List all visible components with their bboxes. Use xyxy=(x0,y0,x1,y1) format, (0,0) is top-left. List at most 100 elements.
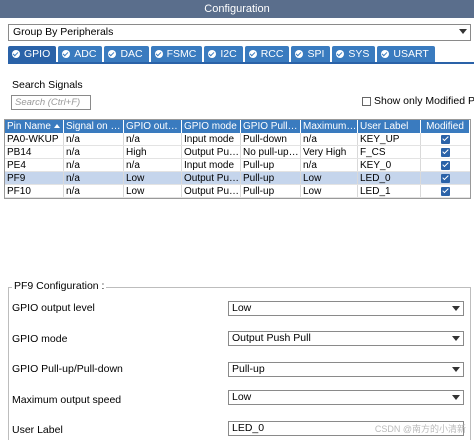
chevron-down-icon xyxy=(459,29,467,34)
tab-label: USART xyxy=(393,48,429,60)
config-title: PF9 Configuration : xyxy=(12,280,107,292)
show-modified-checkbox[interactable]: Show only Modified Pins xyxy=(362,95,474,107)
col-pin-name[interactable]: Pin Name xyxy=(5,120,64,133)
cell-label: KEY_0 xyxy=(358,159,421,171)
cell-modified[interactable] xyxy=(421,172,470,184)
modified-checkbox[interactable] xyxy=(441,147,450,157)
check-circle-icon xyxy=(12,50,20,58)
check-circle-icon xyxy=(381,50,390,58)
cell-pin: PF10 xyxy=(5,185,64,197)
watermark: CSDN @南方的小清新 xyxy=(374,424,466,434)
cell-signal: n/a xyxy=(64,133,124,145)
gpio-table: Pin Name Signal on Pin GPIO output... GP… xyxy=(4,119,471,199)
check-circle-icon xyxy=(208,50,217,58)
cell-pull: Pull-up xyxy=(241,159,301,171)
cell-signal: n/a xyxy=(64,146,124,158)
table-row[interactable]: PF10 n/a Low Output Pus... Pull-up Low LED_1 xyxy=(5,185,470,198)
tab-label: I2C xyxy=(220,48,237,60)
col-max[interactable]: Maximum o... xyxy=(301,120,358,133)
col-user-label[interactable]: User Label xyxy=(358,120,421,133)
cell-pin: PA0-WKUP xyxy=(5,133,64,145)
pull-select[interactable]: Pull-up xyxy=(228,362,464,377)
output-level-label: GPIO output level xyxy=(12,302,95,314)
chevron-down-icon xyxy=(452,306,460,311)
cell-mode: Output Pus... xyxy=(184,172,241,184)
table-row[interactable]: PA0-WKUP n/a n/a Input mode Pull-down n/a KEY_… xyxy=(5,133,470,146)
tab-label: RCC xyxy=(260,48,284,60)
col-pull[interactable]: GPIO Pull-up... xyxy=(241,120,301,133)
table-row[interactable]: PF9 n/a Low Output Pus... Pull-up Low LED_0 xyxy=(5,172,470,185)
cell-label: F_CS xyxy=(358,146,421,158)
modified-checkbox[interactable] xyxy=(441,134,450,144)
col-modified[interactable]: Modified xyxy=(421,120,470,133)
table-body: PA0-WKUP n/a n/a Input mode Pull-down n/a KEY_… xyxy=(5,133,470,198)
gpio-mode-select[interactable]: Output Push Pull xyxy=(228,331,464,346)
group-by-select[interactable]: Group By Peripherals xyxy=(8,24,471,41)
cell-label: LED_1 xyxy=(358,185,421,197)
cell-signal: n/a xyxy=(64,172,124,184)
cell-max: Low xyxy=(301,172,358,184)
max-speed-select[interactable]: Low xyxy=(228,390,464,405)
tab-gpio[interactable]: GPIO xyxy=(8,46,57,62)
cell-output: n/a xyxy=(124,133,182,145)
cell-max: Very High xyxy=(301,146,358,158)
tab-adc[interactable]: ADC xyxy=(58,46,103,62)
check-circle-icon xyxy=(154,50,163,58)
max-speed-label: Maximum output speed xyxy=(12,394,122,406)
tab-dac[interactable]: DAC xyxy=(104,46,149,62)
modified-checkbox[interactable] xyxy=(441,186,450,196)
tab-rcc[interactable]: RCC xyxy=(244,46,290,62)
modified-checkbox[interactable] xyxy=(441,160,450,170)
cell-signal: n/a xyxy=(64,185,124,197)
check-circle-icon xyxy=(336,50,345,58)
cell-output: Low xyxy=(124,172,182,184)
tab-i2c[interactable]: I2C xyxy=(204,46,243,62)
tab-fsmc[interactable]: FSMC xyxy=(150,46,203,62)
select-value: Low xyxy=(232,391,252,403)
check-circle-icon xyxy=(295,50,304,58)
cell-mode: Output Pus... xyxy=(184,185,241,197)
check-circle-icon xyxy=(108,50,117,58)
modified-checkbox[interactable] xyxy=(441,173,450,183)
show-modified-label: Show only Modified Pins xyxy=(374,95,474,107)
group-by-value: Group By Peripherals xyxy=(13,26,114,38)
tab-usart[interactable]: USART xyxy=(377,46,435,62)
table-header: Pin Name Signal on Pin GPIO output... GP… xyxy=(5,120,470,133)
cell-modified[interactable] xyxy=(421,133,470,145)
pull-label: GPIO Pull-up/Pull-down xyxy=(12,363,123,375)
cell-mode: Input mode xyxy=(182,133,241,145)
cell-label: KEY_UP xyxy=(358,133,421,145)
search-input[interactable]: Search (Ctrl+F) xyxy=(11,95,91,110)
col-output[interactable]: GPIO output... xyxy=(124,120,182,133)
cell-pull: Pull-up xyxy=(241,172,301,184)
col-mode[interactable]: GPIO mode xyxy=(182,120,241,133)
col-signal[interactable]: Signal on Pin xyxy=(64,120,124,133)
tab-label: DAC xyxy=(120,48,143,60)
tab-sys[interactable]: SYS xyxy=(332,46,376,62)
cell-modified[interactable] xyxy=(421,159,470,171)
cell-pin: PE4 xyxy=(5,159,64,171)
output-level-select[interactable]: Low xyxy=(228,301,464,316)
tab-label: FSMC xyxy=(166,48,197,60)
tab-spi[interactable]: SPI xyxy=(291,46,331,62)
cell-output: n/a xyxy=(124,159,182,171)
chevron-down-icon xyxy=(452,336,460,341)
chevron-down-icon xyxy=(452,367,460,372)
cell-modified[interactable] xyxy=(421,185,470,197)
table-row[interactable]: PE4 n/a n/a Input mode Pull-up n/a KEY_0 xyxy=(5,159,470,172)
table-row[interactable]: PB14 n/a High Output Pus... No pull-up a... V… xyxy=(5,146,470,159)
search-label: Search Signals xyxy=(12,79,83,91)
select-value: Output Push Pull xyxy=(232,332,311,344)
cell-max: n/a xyxy=(301,133,358,145)
cell-pull: Pull-down xyxy=(241,133,301,145)
checkbox-box[interactable] xyxy=(362,96,371,106)
user-label-label: User Label xyxy=(12,424,63,436)
check-circle-icon xyxy=(248,50,257,58)
cell-modified[interactable] xyxy=(421,146,470,158)
cell-mode: Output Pus... xyxy=(184,146,241,158)
column-label: Pin Name xyxy=(7,121,51,132)
cell-max: n/a xyxy=(301,159,358,171)
window-title: Configuration xyxy=(0,0,474,18)
tab-label: GPIO xyxy=(24,48,51,60)
cell-output: High xyxy=(124,146,182,158)
